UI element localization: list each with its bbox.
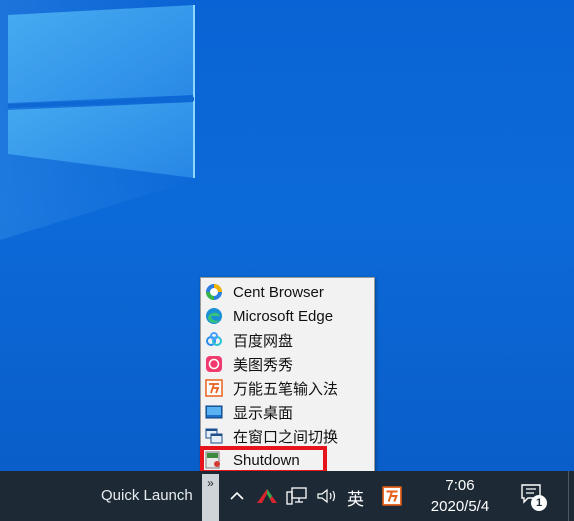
show-desktop-button[interactable] <box>568 471 574 521</box>
ime-language-indicator[interactable]: 英 <box>347 485 364 510</box>
baidu-netdisk-icon <box>204 330 224 350</box>
menu-item-label: 百度网盘 <box>233 332 294 350</box>
nvidia-tray-icon[interactable] <box>256 485 278 507</box>
show-desktop-icon <box>204 402 224 422</box>
clock-time: 7:06 <box>445 477 475 494</box>
menu-item-wanneng-wubi[interactable]: 万能五笔输入法 <box>201 376 374 400</box>
network-icon[interactable] <box>286 485 308 507</box>
notification-count-badge: 1 <box>531 495 547 511</box>
menu-item-cent-browser[interactable]: Cent Browser <box>201 280 374 304</box>
wanneng-wubi-tray-icon[interactable] <box>380 485 404 507</box>
volume-icon[interactable] <box>316 485 338 507</box>
menu-item-label: 显示桌面 <box>233 404 294 422</box>
menu-item-microsoft-edge[interactable]: Microsoft Edge <box>201 304 374 328</box>
menu-item-label: Cent Browser <box>233 283 324 301</box>
menu-item-label: Shutdown <box>233 451 300 469</box>
shutdown-icon <box>204 450 224 470</box>
menu-item-label: 万能五笔输入法 <box>233 380 339 398</box>
taskbar-clock[interactable]: 7:06 2020/5/4 <box>424 476 496 518</box>
menu-item-show-desktop[interactable]: 显示桌面 <box>201 400 374 424</box>
quick-launch-menu: Cent Browser Microsoft Edge 百度网盘 美图秀秀 万能… <box>200 277 375 472</box>
menu-item-label: 美图秀秀 <box>233 356 294 374</box>
action-center-button[interactable]: 1 <box>520 483 550 513</box>
edge-icon <box>204 306 224 326</box>
menu-item-meitu[interactable]: 美图秀秀 <box>201 352 374 376</box>
cent-browser-icon <box>204 282 224 302</box>
menu-item-baidu-netdisk[interactable]: 百度网盘 <box>201 328 374 352</box>
menu-item-label: Microsoft Edge <box>233 307 334 325</box>
menu-item-shutdown[interactable]: Shutdown <box>201 448 374 472</box>
quick-launch-chevron-button[interactable]: » <box>202 474 219 521</box>
clock-date: 2020/5/4 <box>430 498 490 515</box>
quick-launch-label: Quick Launch <box>101 487 193 504</box>
wanneng-wubi-icon <box>204 378 224 398</box>
menu-item-label: 在窗口之间切换 <box>233 428 339 446</box>
show-hidden-icons-chevron-icon[interactable] <box>228 485 246 507</box>
menu-item-switch-windows[interactable]: 在窗口之间切换 <box>201 424 374 448</box>
meitu-icon <box>204 354 224 374</box>
taskbar: Quick Launch » 英 7:06 2020/5/4 1 <box>0 471 574 521</box>
switch-windows-icon <box>204 426 224 446</box>
